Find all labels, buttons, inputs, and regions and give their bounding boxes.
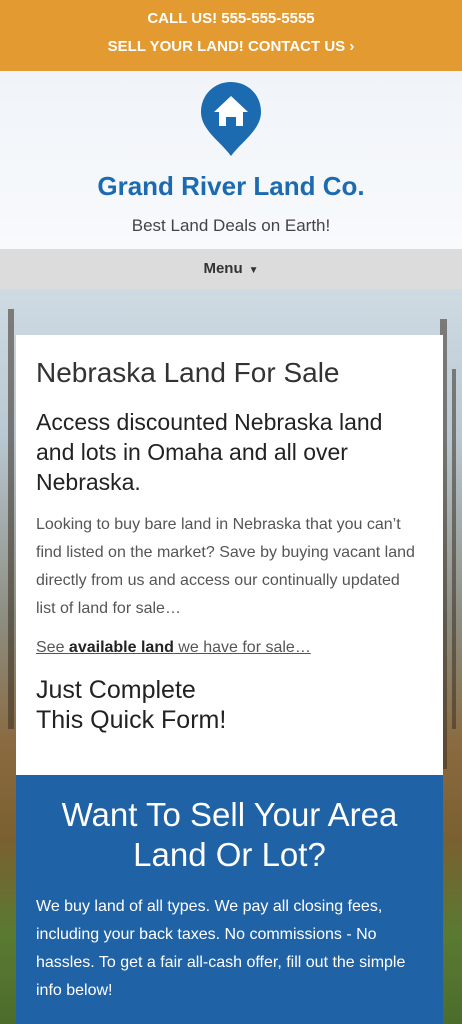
intro-paragraph: Looking to buy bare land in Nebraska tha… xyxy=(36,516,415,617)
site-header: Grand River Land Co. Best Land Deals on … xyxy=(0,71,462,249)
menu-toggle[interactable]: Menu ▼ xyxy=(0,249,462,289)
site-title[interactable]: Grand River Land Co. xyxy=(0,171,462,202)
sell-land-contact-link[interactable]: SELL YOUR LAND! CONTACT US › xyxy=(0,38,462,56)
available-land-line: See available land we have for sale… xyxy=(36,639,423,657)
see-suffix: we have for sale… xyxy=(173,639,311,656)
see-prefix: See xyxy=(36,639,69,656)
site-tagline: Best Land Deals on Earth! xyxy=(131,216,331,235)
call-us-link[interactable]: CALL US! 555-555-5555 xyxy=(0,0,462,28)
available-land-link[interactable]: available land xyxy=(69,639,174,656)
form-heading-line-1: Just Complete xyxy=(36,676,196,704)
house-pin-icon[interactable] xyxy=(199,80,263,158)
sell-box-heading: Want To Sell Your Area Land Or Lot? xyxy=(61,796,398,873)
content-card: Nebraska Land For Sale Access discounted… xyxy=(16,335,443,775)
form-heading: Just Complete This Quick Form! xyxy=(36,675,423,735)
menu-label: Menu xyxy=(203,260,243,277)
page-subheading: Access discounted Nebraska land and lots… xyxy=(36,409,383,495)
sell-land-box: Want To Sell Your Area Land Or Lot? We b… xyxy=(16,775,443,1024)
sell-box-text: We buy land of all types. We pay all clo… xyxy=(36,898,406,999)
top-bar: CALL US! 555-555-5555 SELL YOUR LAND! CO… xyxy=(0,0,462,71)
page-title: Nebraska Land For Sale xyxy=(36,357,340,388)
caret-down-icon: ▼ xyxy=(248,265,259,276)
form-heading-line-2: This Quick Form! xyxy=(36,706,227,734)
